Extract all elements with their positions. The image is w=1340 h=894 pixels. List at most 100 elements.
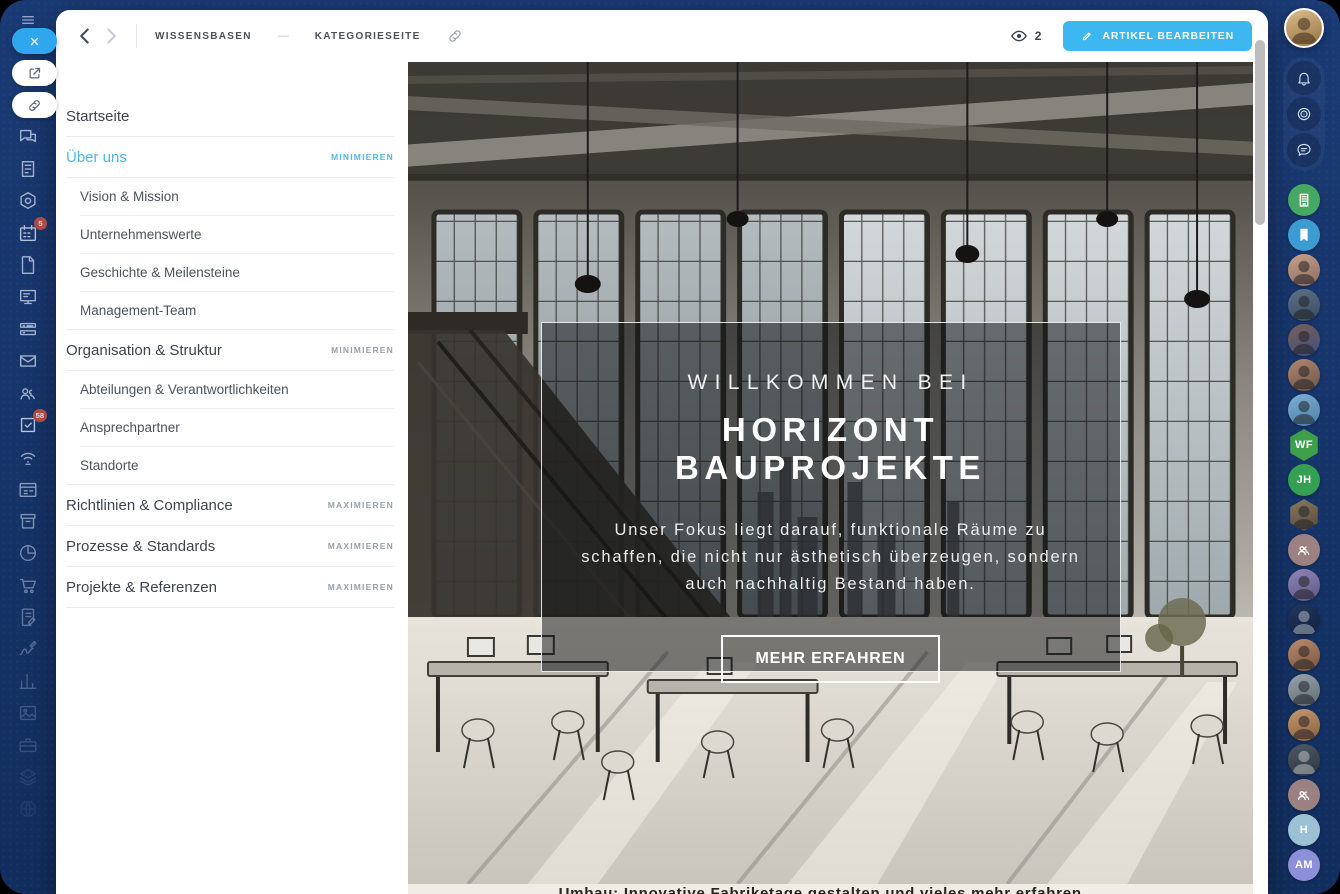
rail-icon-tasks[interactable]: 58	[17, 414, 39, 436]
notifications-button[interactable]	[1287, 61, 1321, 95]
person-avatar[interactable]	[1288, 744, 1320, 776]
avatar-initials: WF	[1295, 439, 1313, 451]
breadcrumb-item[interactable]: WISSENSBASEN	[155, 31, 252, 42]
avatar-initials: H	[1300, 824, 1308, 836]
nav-item-label: Ansprechpartner	[80, 420, 180, 435]
person-avatar[interactable]	[1288, 604, 1320, 636]
person-avatar[interactable]	[1288, 499, 1320, 531]
nav-item[interactable]: Geschichte & Meilensteine	[64, 254, 396, 291]
person-avatar[interactable]	[1288, 359, 1320, 391]
person-avatar[interactable]	[1288, 534, 1320, 566]
person-avatar[interactable]	[1288, 289, 1320, 321]
rail-icon-planner[interactable]	[17, 478, 39, 500]
breadcrumb: WISSENSBASEN — KATEGORIESEITE	[155, 28, 463, 44]
person-avatar[interactable]: H	[1288, 814, 1320, 846]
nav-item[interactable]: Startseite	[64, 96, 396, 136]
hero-kicker: WILLKOMMEN BEI	[687, 371, 973, 395]
nav-item[interactable]: Unternehmenswerte	[64, 216, 396, 253]
rail-icon-signature[interactable]	[17, 638, 39, 660]
learn-more-button[interactable]: MEHR ERFAHREN	[721, 635, 941, 683]
collapse-toggle[interactable]: MINIMIEREN	[331, 345, 396, 355]
hero-body: Unser Fokus liegt darauf, funktionale Rä…	[572, 517, 1090, 599]
topbar-divider	[136, 24, 137, 48]
rail-icon-documents[interactable]	[17, 254, 39, 276]
rail-icon-gallery[interactable]	[17, 702, 39, 724]
rail-icon-team[interactable]	[17, 382, 39, 404]
collapse-toggle[interactable]: MINIMIEREN	[331, 152, 396, 162]
person-avatar[interactable]	[1288, 639, 1320, 671]
person-avatar[interactable]	[1288, 709, 1320, 741]
hero-title: HORIZONT BAUPROJEKTE	[572, 411, 1090, 487]
nav-item[interactable]: Richtlinien & ComplianceMAXIMIEREN	[64, 485, 396, 525]
nav-item[interactable]: Prozesse & StandardsMAXIMIEREN	[64, 526, 396, 566]
person-avatar[interactable]	[1288, 394, 1320, 426]
rail-icon-briefcase[interactable]	[17, 734, 39, 756]
nav-item-label: Unternehmenswerte	[80, 227, 202, 242]
rail-icon-chat[interactable]	[17, 126, 39, 148]
current-user-avatar[interactable]	[1284, 8, 1324, 48]
forward-button[interactable]	[98, 23, 124, 49]
person-avatar[interactable]	[1288, 569, 1320, 601]
rail-icon-layers[interactable]	[17, 766, 39, 788]
back-button[interactable]	[72, 23, 98, 49]
nav-item[interactable]: Ansprechpartner	[64, 409, 396, 446]
close-icon	[27, 34, 42, 49]
rail-icon-analytics-pie[interactable]	[17, 542, 39, 564]
person-avatar[interactable]: AM	[1288, 849, 1320, 881]
nav-item-label: Abteilungen & Verantwortlichkeiten	[80, 382, 289, 397]
people-list: WF JH H AM	[1288, 184, 1320, 881]
edit-article-button[interactable]: ARTIKEL BEARBEITEN	[1063, 21, 1252, 51]
rail-icon-wifi[interactable]	[17, 446, 39, 468]
close-panel-button[interactable]	[12, 28, 57, 54]
person-avatar[interactable]	[1288, 219, 1320, 251]
rail-icon-settings-hex[interactable]	[17, 190, 39, 212]
person-avatar[interactable]	[1288, 254, 1320, 286]
person-avatar[interactable]	[1288, 674, 1320, 706]
edit-article-label: ARTIKEL BEARBEITEN	[1102, 30, 1234, 42]
open-external-button[interactable]	[12, 60, 57, 86]
rail-icon-shop-cart[interactable]	[17, 574, 39, 596]
person-avatar[interactable]: JH	[1288, 464, 1320, 496]
person-avatar[interactable]	[1288, 779, 1320, 811]
topbar: WISSENSBASEN — KATEGORIESEITE 2 ARTIKEL BE…	[56, 10, 1268, 62]
rail-icon-globe[interactable]	[17, 798, 39, 820]
nav-item[interactable]: Organisation & StrukturMINIMIEREN	[64, 330, 396, 370]
nav-divider	[66, 607, 394, 608]
rail-icon-statistics[interactable]	[17, 670, 39, 692]
collapse-toggle[interactable]: MAXIMIEREN	[328, 500, 396, 510]
rail-icon-calendar[interactable]: 5	[17, 222, 39, 244]
rail-icon-mail[interactable]	[17, 350, 39, 372]
rail-icon-archive[interactable]	[17, 510, 39, 532]
vertical-scrollbar[interactable]	[1255, 40, 1265, 225]
notification-badge: 58	[33, 409, 47, 422]
nav-item-label: Projekte & Referenzen	[66, 579, 217, 596]
hero-section: WILLKOMMEN BEI HORIZONT BAUPROJEKTE Unse…	[408, 62, 1253, 894]
nav-item[interactable]: Standorte	[64, 447, 396, 484]
rail-icon-server[interactable]	[17, 318, 39, 340]
collapse-toggle[interactable]: MAXIMIEREN	[328, 541, 396, 551]
person-avatar[interactable]: WF	[1288, 429, 1320, 461]
rail-icon-contract[interactable]	[17, 606, 39, 628]
nav-item[interactable]: Vision & Mission	[64, 178, 396, 215]
left-icon-rail: 5 58	[0, 0, 56, 894]
nav-item[interactable]: Abteilungen & Verantwortlichkeiten	[64, 371, 396, 408]
nav-item[interactable]: Über unsMINIMIEREN	[64, 137, 396, 177]
person-avatar[interactable]	[1288, 324, 1320, 356]
collapse-toggle[interactable]: MAXIMIEREN	[328, 582, 396, 592]
breadcrumb-item[interactable]: KATEGORIESEITE	[315, 31, 421, 42]
person-avatar[interactable]	[1288, 184, 1320, 216]
copy-link-button[interactable]	[12, 92, 57, 118]
rail-icon-news[interactable]	[17, 158, 39, 180]
nav-item[interactable]: Management-Team	[64, 292, 396, 329]
topbar-actions: 2 ARTIKEL BEARBEITEN	[1010, 21, 1252, 51]
nav-item-label: Management-Team	[80, 303, 196, 318]
discover-button[interactable]	[1287, 97, 1321, 131]
external-icon	[27, 66, 42, 81]
nav-item[interactable]: Projekte & Referenzen MAXIMIEREN	[64, 567, 396, 607]
messages-button[interactable]	[1287, 133, 1321, 167]
breadcrumb-separator: —	[278, 30, 289, 42]
rail-icon-presentation[interactable]	[17, 286, 39, 308]
menu-icon[interactable]	[18, 12, 38, 28]
notification-badge: 5	[34, 217, 47, 230]
copy-page-link-icon[interactable]	[447, 28, 463, 44]
